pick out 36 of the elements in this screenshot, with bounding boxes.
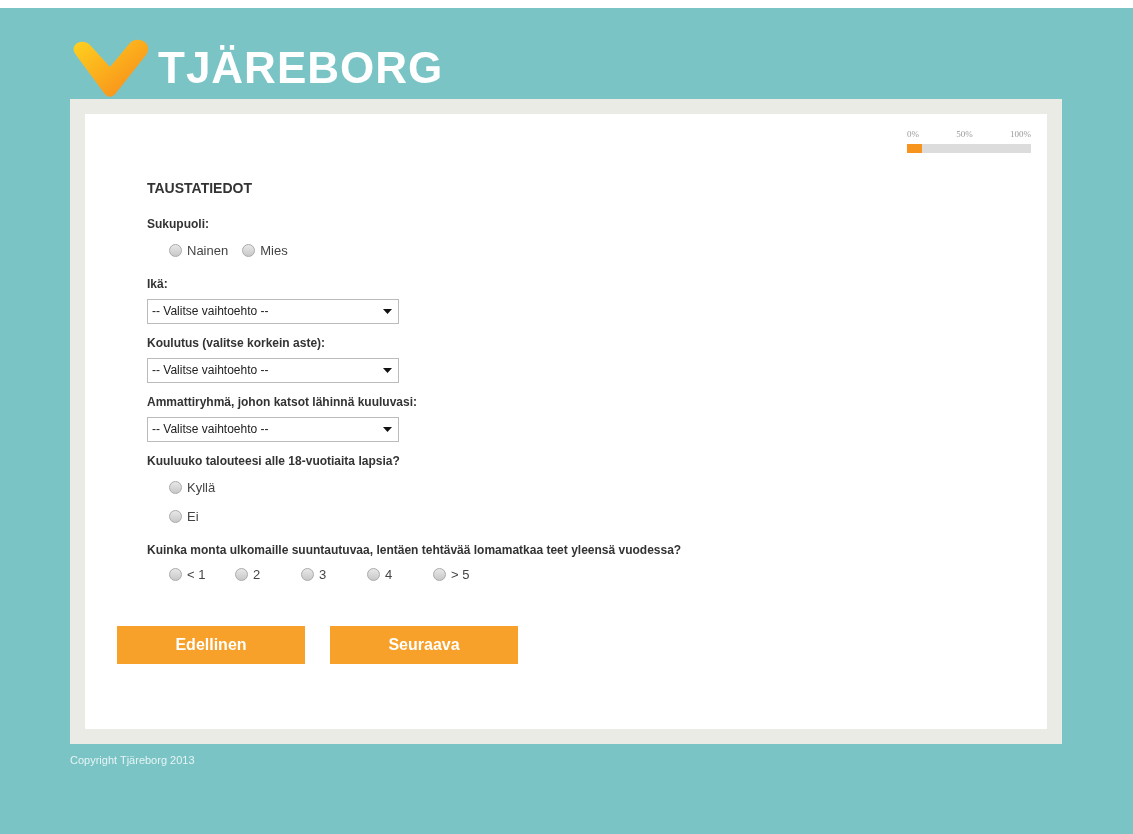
section-title: TAUSTATIEDOT bbox=[147, 179, 253, 198]
radio-option[interactable]: < 1 bbox=[169, 564, 235, 584]
dropdown[interactable]: -- Valitse vaihtoehto -- bbox=[147, 357, 399, 383]
radio-option[interactable]: > 5 bbox=[433, 564, 499, 584]
radio-button[interactable] bbox=[235, 567, 248, 581]
question-label: Kuuluuko talouteesi alle 18-vuotiaita lapsia? bbox=[147, 452, 401, 470]
radio-option[interactable]: 2 bbox=[235, 564, 301, 584]
dropdown[interactable]: -- Valitse vaihtoehto -- bbox=[147, 298, 399, 324]
radio-button[interactable] bbox=[169, 244, 182, 258]
caret-icon bbox=[383, 426, 392, 432]
radio-button[interactable] bbox=[169, 567, 182, 581]
question-label: Ammattiryhmä, johon katsot lähinnä kuuluvasi: bbox=[147, 393, 419, 411]
progress-label: 50% bbox=[956, 128, 973, 141]
caret-icon bbox=[383, 367, 392, 373]
radio-option[interactable]: Ei bbox=[169, 507, 1047, 527]
radio-option[interactable]: 4 bbox=[367, 564, 433, 584]
question-label: Sukupuoli: bbox=[147, 216, 210, 233]
progress-label: 0% bbox=[907, 128, 919, 141]
radio-button[interactable] bbox=[433, 567, 446, 581]
copyright-text: Copyright Tjäreborg 2013 bbox=[70, 753, 196, 768]
radio-option[interactable]: Mies bbox=[242, 241, 288, 261]
caret-icon bbox=[383, 308, 392, 314]
radio-button[interactable] bbox=[169, 480, 182, 494]
question-label: Koulutus (valitse korkein aste): bbox=[147, 334, 327, 352]
radio-option[interactable]: Kyllä bbox=[169, 477, 1047, 497]
radio-option[interactable]: Nainen bbox=[169, 241, 229, 261]
radio-button[interactable] bbox=[367, 567, 380, 581]
logo-text: TJÄREBORG bbox=[158, 46, 444, 90]
progress-label: 100% bbox=[1010, 128, 1031, 141]
question-label: Kuinka monta ulkomaille suuntautuvaa, lentäen tehtävää lomamatkaa teet yleensä vuodessa? bbox=[147, 541, 683, 559]
dropdown[interactable]: -- Valitse vaihtoehto -- bbox=[147, 416, 399, 442]
radio-button[interactable] bbox=[169, 510, 182, 524]
question-label: Ikä: bbox=[147, 275, 169, 293]
radio-button[interactable] bbox=[301, 567, 314, 581]
radio-option[interactable]: 3 bbox=[301, 564, 367, 584]
radio-button[interactable] bbox=[242, 244, 256, 258]
